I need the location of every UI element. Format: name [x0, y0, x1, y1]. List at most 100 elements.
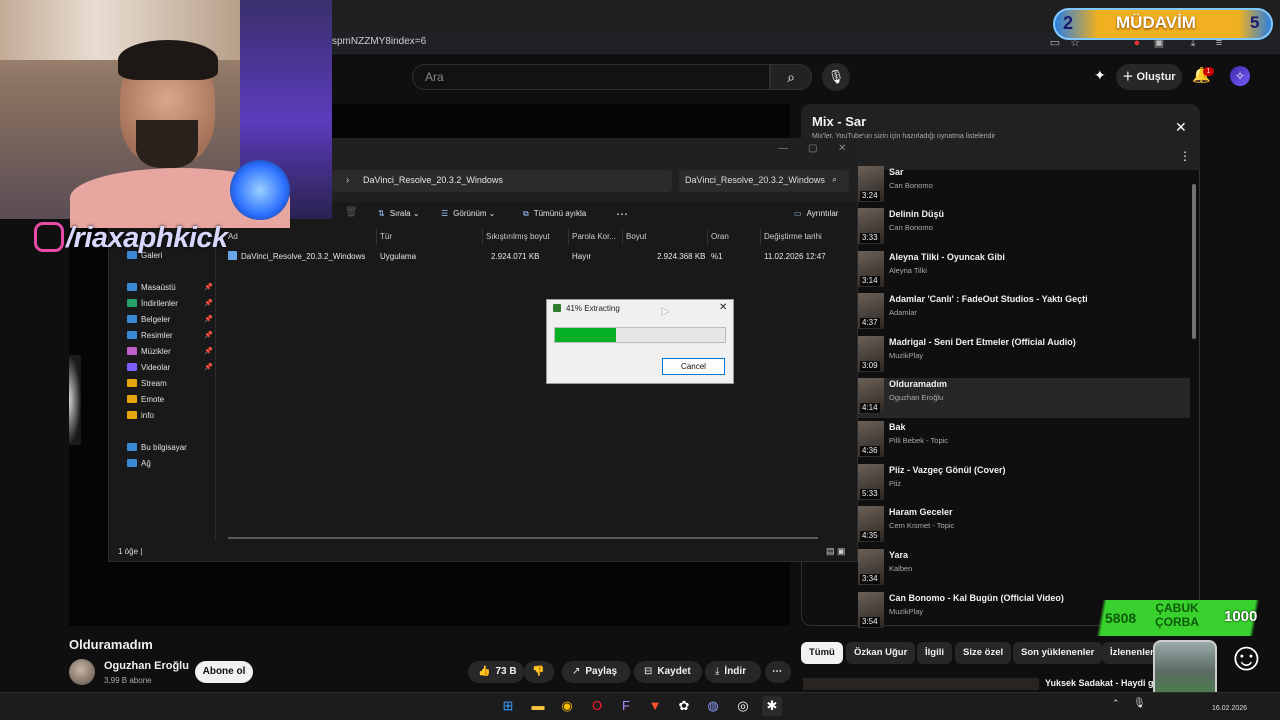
mix-item[interactable]: 3:09 Madrigal - Seni Dert Etmeler (Offici… — [816, 336, 1190, 376]
explorer-search-value[interactable]: DaVinci_Resolve_20.3.2_Windows — [685, 175, 825, 185]
mix-title[interactable]: Mix - Sar — [812, 114, 866, 129]
nav-item[interactable]: Stream — [127, 378, 167, 390]
obs-icon[interactable]: ◎ — [733, 696, 753, 716]
nav-item[interactable]: Bu bilgisayar — [127, 442, 187, 454]
more-vertical-icon[interactable]: ⋮ — [1179, 149, 1191, 163]
view-toggle-icons[interactable]: ▤ ▣ — [826, 546, 846, 557]
opera-icon[interactable]: O — [587, 696, 607, 716]
sort-button[interactable]: ⇅ Sırala ⌄ — [378, 206, 420, 222]
column-header[interactable]: Değiştirme tarihi — [764, 232, 822, 241]
pin-icon: 📌 — [204, 364, 213, 371]
column-divider[interactable] — [376, 229, 377, 245]
column-header[interactable]: Sıkıştırılmış boyut — [486, 232, 550, 241]
start-icon[interactable]: ⊞ — [498, 696, 518, 716]
nav-item[interactable]: İndirilenler — [127, 298, 178, 310]
nav-item[interactable]: Emote — [127, 394, 164, 406]
goal-text-line2: ÇORBA — [1155, 615, 1199, 629]
download-button[interactable]: ⤓ İndir — [705, 661, 761, 683]
details-button[interactable]: ▭ Ayrıntılar — [794, 206, 838, 222]
recommended-thumbnail[interactable] — [803, 678, 1039, 690]
file-explorer-icon[interactable]: ▬ — [528, 696, 548, 716]
filter-chip[interactable]: Son yüklenenler — [1013, 642, 1103, 664]
column-header[interactable]: Oran — [711, 232, 729, 241]
extract-all-button[interactable]: ⧉ Tümünü ayıkla — [523, 206, 586, 222]
cast-icon[interactable]: ▭ — [1048, 36, 1062, 50]
mix-scrollbar[interactable] — [1192, 184, 1196, 339]
column-divider[interactable] — [707, 229, 708, 245]
nav-item[interactable]: Ağ — [127, 458, 151, 470]
nav-item[interactable]: Müzikler — [127, 346, 171, 358]
create-button[interactable]: ＋ Oluştur — [1116, 64, 1182, 90]
nav-item[interactable]: Resimler — [127, 330, 173, 342]
folder-icon — [127, 379, 137, 387]
microphone-icon[interactable]: 🎙 — [822, 63, 850, 91]
mix-item[interactable]: 4:14 Olduramadım Oguzhan Eroğlu — [816, 378, 1190, 418]
brave-icon[interactable]: ▼ — [645, 696, 665, 716]
app-icon[interactable]: F — [616, 696, 636, 716]
mix-item[interactable]: 3:34 Yara Kalben — [816, 549, 1190, 589]
tray-mic-icon[interactable]: 🎙 — [1133, 698, 1146, 709]
nav-item[interactable]: Videolar — [127, 362, 170, 374]
mix-item[interactable]: 4:35 Haram Geceler Cem Kısmet - Topic — [816, 506, 1190, 546]
dislike-button[interactable]: 👎 — [524, 661, 554, 683]
mix-item[interactable]: 4:37 Adamlar 'Canlı' : FadeOut Studios - … — [816, 293, 1190, 333]
channel-name[interactable]: Oguzhan Eroğlu — [104, 660, 189, 672]
delete-icon[interactable]: 🗑 — [345, 207, 358, 218]
subscribe-button[interactable]: Abone ol — [195, 661, 253, 683]
channel-avatar[interactable] — [69, 659, 95, 685]
search-icon[interactable]: ⌕ — [832, 174, 837, 185]
close-icon[interactable]: ✕ — [1175, 119, 1187, 136]
file-cell[interactable]: DaVinci_Resolve_20.3.2_Windows — [241, 252, 365, 261]
filter-chip[interactable]: Özkan Uğur — [846, 642, 916, 664]
column-header[interactable]: Boyut — [626, 232, 646, 241]
tray-overflow-icon[interactable]: ⌃ — [1112, 698, 1120, 709]
mix-item-duration: 4:37 — [860, 318, 880, 328]
chrome-icon[interactable]: ◉ — [557, 696, 577, 716]
filter-chip[interactable]: Tümü — [801, 642, 843, 664]
clock-date[interactable]: 16.02.2026 — [1212, 705, 1247, 712]
mix-item[interactable]: 4:36 Bak Pilli Bebek - Topic — [816, 421, 1190, 461]
breadcrumb-folder[interactable]: DaVinci_Resolve_20.3.2_Windows — [363, 175, 503, 185]
search-icon[interactable]: ⌕ — [770, 64, 812, 90]
column-header[interactable]: Parola Kor... — [572, 232, 616, 241]
discord-icon[interactable]: ◍ — [703, 696, 723, 716]
column-divider[interactable] — [760, 229, 761, 245]
more-actions-button[interactable]: ⋯ — [765, 661, 791, 683]
folder-icon — [127, 299, 137, 307]
extract-all-label: Tümünü ayıkla — [533, 209, 587, 218]
mix-item[interactable]: 5:33 Piiz - Vazgeç Gönül (Cover) Piiz — [816, 464, 1190, 504]
nav-item[interactable]: Belgeler — [127, 314, 170, 326]
minimize-icon[interactable]: — — [778, 143, 788, 154]
column-divider[interactable] — [622, 229, 623, 245]
dialog-close-icon[interactable]: ✕ — [719, 302, 727, 313]
save-button[interactable]: ⊟ Kaydet — [634, 661, 702, 683]
nav-item[interactable]: info — [127, 410, 154, 422]
column-header[interactable]: Tür — [380, 232, 392, 241]
mix-item[interactable]: 3:33 Delinin Düşü Can Bonomo — [816, 208, 1190, 248]
mix-item[interactable]: 3:24 Sar Can Bonomo — [816, 166, 1190, 206]
cancel-button[interactable]: Cancel — [662, 358, 725, 375]
column-divider[interactable] — [568, 229, 569, 245]
column-header[interactable]: Ad — [228, 232, 238, 241]
share-button[interactable]: ↗ Paylaş — [562, 661, 630, 683]
search-input[interactable]: Ara — [412, 64, 770, 90]
creator-studio-icon[interactable]: ✦ — [1094, 67, 1108, 83]
mix-item[interactable]: 3:14 Aleyna Tilki - Oyuncak Gibi Aleyna Ti… — [816, 251, 1190, 291]
webcam-person-hair — [118, 40, 218, 80]
davinci-resolve-icon[interactable]: ✱ — [762, 696, 782, 716]
view-button[interactable]: ☰ Görünüm ⌄ — [441, 206, 495, 222]
like-button[interactable]: 👍 73 B — [468, 661, 524, 683]
horizontal-scrollbar[interactable] — [228, 537, 818, 539]
more-options-icon[interactable]: ⋯ — [616, 206, 628, 222]
filter-chip[interactable]: İlgili — [917, 642, 952, 664]
recommended-title[interactable]: Yuksek Sadakat - Haydi gel — [1045, 678, 1161, 688]
filter-chip[interactable]: Size özel — [955, 642, 1012, 664]
chatgpt-icon[interactable]: ✿ — [674, 696, 694, 716]
mix-item-title: Yara — [889, 550, 909, 560]
window-close-icon[interactable]: ✕ — [838, 143, 846, 154]
nav-item[interactable]: Masaüstü — [127, 282, 176, 294]
account-avatar[interactable]: ✧ — [1230, 66, 1250, 86]
maximize-icon[interactable]: ▢ — [808, 143, 817, 154]
url-text[interactable]: spmNZZMY8index=6 — [332, 36, 426, 47]
column-divider[interactable] — [482, 229, 483, 245]
